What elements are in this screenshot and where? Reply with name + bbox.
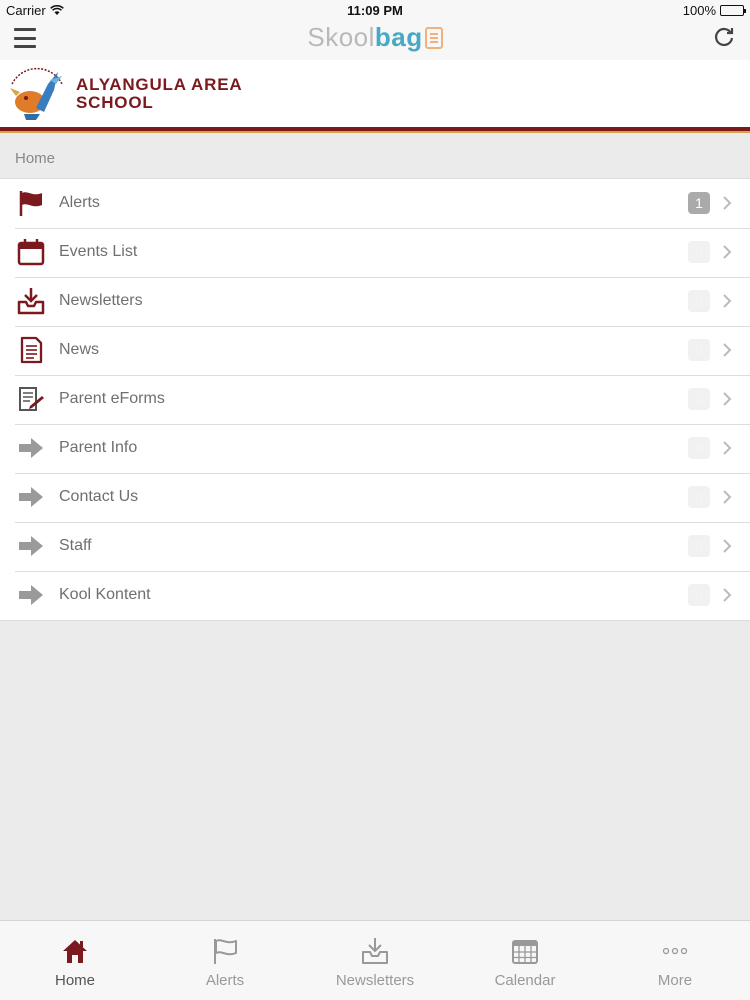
- school-header: ALYANGULA AREA SCHOOL: [0, 60, 750, 133]
- menu-item-label: Parent eForms: [59, 390, 165, 407]
- inbox-download-icon: [362, 938, 388, 964]
- tab-label: Calendar: [494, 972, 556, 989]
- more-dots-icon: [662, 947, 688, 955]
- menu-item-parent-info[interactable]: Parent Info 0: [0, 424, 750, 473]
- arrow-right-icon: [19, 585, 43, 605]
- chevron-right-icon: [723, 245, 732, 259]
- logo-text-bag: bag: [374, 22, 423, 52]
- count-badge: 0: [688, 388, 710, 410]
- chevron-right-icon: [723, 294, 732, 308]
- calendar-icon: [17, 239, 45, 266]
- status-bar: Carrier 11:09 PM 100%: [0, 0, 750, 20]
- school-name-line1: ALYANGULA AREA: [76, 75, 243, 94]
- menu-item-staff[interactable]: Staff 0: [0, 522, 750, 571]
- skoolbag-logo: Skoolbag: [0, 22, 750, 53]
- form-pen-icon: [19, 387, 44, 411]
- count-badge: 0: [688, 339, 710, 361]
- refresh-icon[interactable]: [712, 25, 736, 49]
- menu-item-label: Staff: [59, 537, 92, 554]
- logo-text-skool: Skool: [307, 22, 375, 52]
- nav-bar: Skoolbag: [0, 20, 750, 60]
- menu-item-contact-us[interactable]: Contact Us 0: [0, 473, 750, 522]
- calendar-grid-icon: [512, 940, 538, 964]
- chevron-right-icon: [723, 490, 732, 504]
- count-badge: 0: [688, 486, 710, 508]
- count-badge: 0: [688, 241, 710, 263]
- school-name-line2: SCHOOL: [76, 93, 154, 112]
- menu-item-parent-eforms[interactable]: Parent eForms 0: [0, 375, 750, 424]
- arrow-right-icon: [19, 536, 43, 556]
- tab-label: Home: [54, 972, 95, 989]
- count-badge: 0: [688, 535, 710, 557]
- document-icon: [20, 336, 43, 364]
- chevron-right-icon: [723, 539, 732, 553]
- chevron-right-icon: [723, 392, 732, 406]
- battery-icon: [720, 5, 746, 16]
- book-bag-icon: [424, 27, 443, 49]
- school-crest-icon: [10, 67, 63, 120]
- count-badge: 0: [688, 584, 710, 606]
- school-name: ALYANGULA AREA SCHOOL: [76, 76, 242, 112]
- menu-item-label: Events List: [59, 243, 138, 260]
- tab-label: Newsletters: [335, 972, 415, 989]
- arrow-right-icon: [19, 487, 43, 507]
- tab-bar: Home Alerts Newsletters Calendar More: [0, 920, 750, 1000]
- tab-label: Alerts: [205, 972, 245, 989]
- tab-calendar[interactable]: Calendar: [450, 921, 600, 1000]
- count-badge: 0: [688, 290, 710, 312]
- menu-item-alerts[interactable]: Alerts 1: [0, 179, 750, 228]
- breadcrumb: Home: [15, 150, 56, 167]
- menu-item-label: Parent Info: [59, 439, 138, 456]
- tab-home[interactable]: Home: [0, 921, 150, 1000]
- tab-alerts[interactable]: Alerts: [150, 921, 300, 1000]
- menu-item-label: Alerts: [59, 194, 100, 211]
- tab-label: More: [657, 972, 693, 989]
- menu-item-label: News: [59, 341, 100, 358]
- menu-list: Alerts 1 Events List 0 Newsletters 0 New…: [0, 178, 750, 621]
- menu-item-label: Kool Kontent: [59, 586, 151, 603]
- status-time: 11:09 PM: [347, 3, 403, 18]
- count-badge: 0: [688, 437, 710, 459]
- battery-info: 100%: [682, 3, 746, 18]
- tab-more[interactable]: More: [600, 921, 750, 1000]
- home-icon: [63, 940, 87, 963]
- chevron-right-icon: [723, 343, 732, 357]
- flag-icon: [214, 939, 237, 964]
- tab-newsletters[interactable]: Newsletters: [300, 921, 450, 1000]
- menu-item-newsletters[interactable]: Newsletters 0: [0, 277, 750, 326]
- count-badge: 1: [688, 192, 710, 214]
- inbox-download-icon: [17, 288, 45, 315]
- chevron-right-icon: [723, 441, 732, 455]
- arrow-right-icon: [19, 438, 43, 458]
- chevron-right-icon: [723, 196, 732, 210]
- menu-item-news[interactable]: News 0: [0, 326, 750, 375]
- flag-icon: [19, 191, 42, 216]
- menu-item-label: Newsletters: [59, 292, 143, 309]
- battery-percent: 100%: [682, 3, 716, 18]
- chevron-right-icon: [723, 588, 732, 602]
- menu-item-events-list[interactable]: Events List 0: [0, 228, 750, 277]
- menu-item-label: Contact Us: [59, 488, 139, 505]
- menu-item-kool-kontent[interactable]: Kool Kontent 0: [0, 571, 750, 620]
